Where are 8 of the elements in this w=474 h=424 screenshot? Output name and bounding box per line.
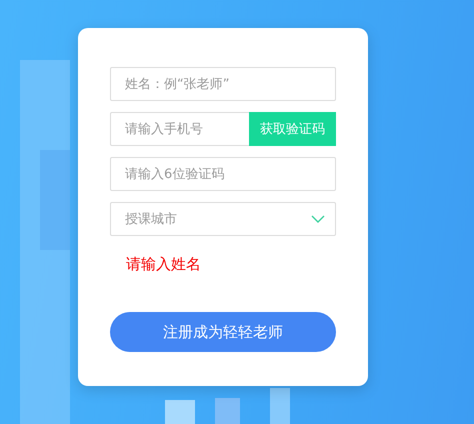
input-field[interactable]: 请输入6位验证码 bbox=[110, 157, 336, 191]
phone-field[interactable]: 请输入手机号 获取验证码 bbox=[110, 112, 336, 146]
input-field[interactable]: 姓名：例“张老师” bbox=[110, 67, 336, 101]
chevron-down-icon bbox=[311, 215, 325, 223]
get-code-button[interactable]: 获取验证码 bbox=[249, 112, 336, 146]
city-dropdown[interactable]: 授课城市 bbox=[110, 202, 336, 236]
register-button[interactable]: 注册成为轻轻老师 bbox=[110, 312, 336, 352]
error-message: 请输入姓名 bbox=[125, 255, 202, 274]
